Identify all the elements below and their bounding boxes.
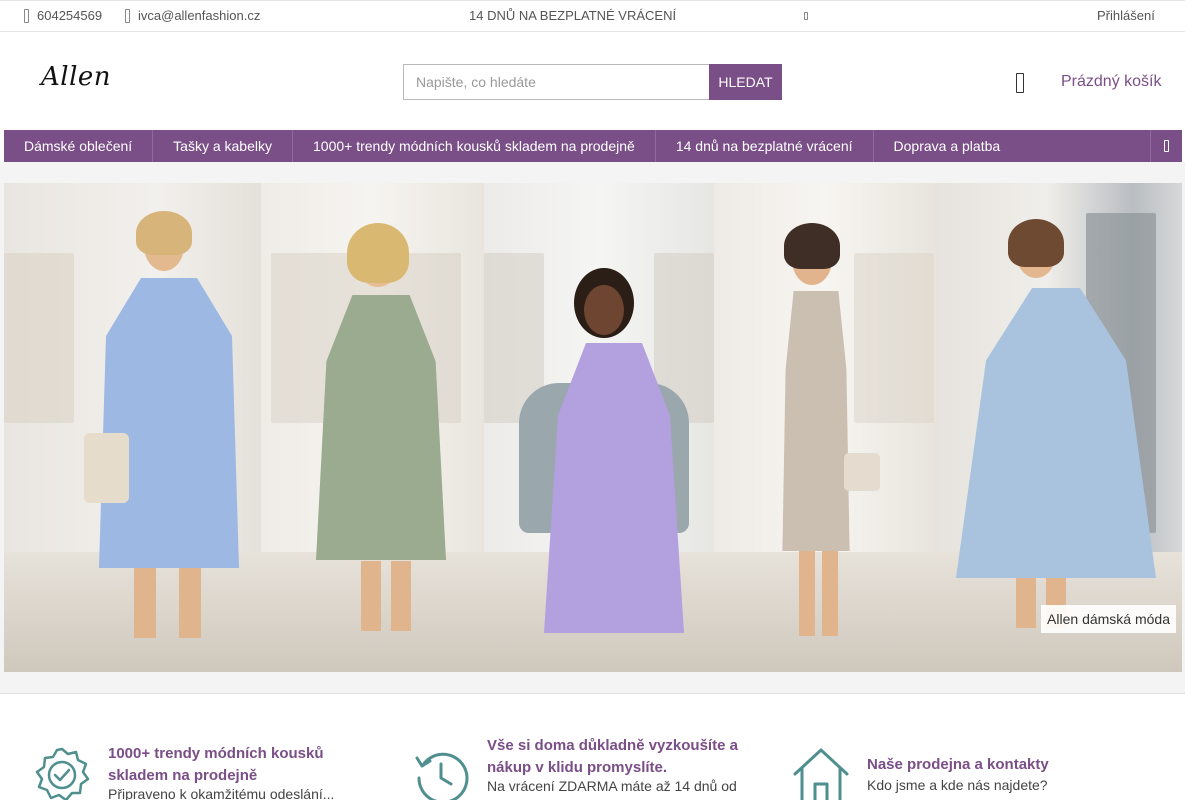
phone-icon xyxy=(24,8,29,23)
feature-text: Na vrácení ZDARMA máte až 14 dnů od xyxy=(487,778,737,794)
hero-banner[interactable]: Allen dámská móda xyxy=(4,183,1182,672)
feature-text: Kdo jsme a kde nás najdete? xyxy=(867,777,1048,793)
nav-item-trendy-skladem[interactable]: 1000+ trendy módních kousků skladem na p… xyxy=(293,130,656,162)
info-icon xyxy=(804,12,808,20)
login-link[interactable]: Přihlášení xyxy=(1097,8,1155,23)
cart-icon[interactable] xyxy=(1016,73,1024,93)
nav-item-doprava-platba[interactable]: Doprava a platba xyxy=(874,130,1021,162)
feature-title: Vše si doma důkladně vyzkoušíte a nákup … xyxy=(487,737,738,776)
promo-icon xyxy=(804,12,808,20)
nav-item-tasky-kabelky[interactable]: Tašky a kabelky xyxy=(153,130,293,162)
hero-photo-lavender-dress xyxy=(484,183,714,672)
login-label: Přihlášení xyxy=(1097,8,1155,23)
badge-check-icon xyxy=(35,747,90,800)
features-row: 1000+ trendy módních kousků skladem na p… xyxy=(0,730,1185,800)
nav-item-damske-obleceni[interactable]: Dámské oblečení xyxy=(4,130,154,162)
feature-title: Naše prodejna a kontakty xyxy=(867,756,1049,773)
cart-label[interactable]: Prázdný košík xyxy=(1061,73,1161,91)
nav-more-button[interactable] xyxy=(1150,130,1182,162)
main-navigation: Dámské oblečení Tašky a kabelky 1000+ tr… xyxy=(4,130,1182,162)
promo-text: 14 DNŮ NA BEZPLATNÉ VRÁCENÍ xyxy=(469,8,677,23)
hero-photo-green-dress xyxy=(261,183,484,672)
hero-caption[interactable]: Allen dámská móda xyxy=(1041,605,1176,633)
email-address: ivca@allenfashion.cz xyxy=(138,8,261,23)
promo-banner: 14 DNŮ NA BEZPLATNÉ VRÁCENÍ xyxy=(469,8,676,23)
home-icon xyxy=(793,748,849,800)
hero-photo-blue-dress xyxy=(4,183,261,672)
nav-item-bezplatne-vraceni[interactable]: 14 dnů na bezplatné vrácení xyxy=(656,130,874,162)
feature-text: Připraveno k okamžitému odeslání... xyxy=(108,786,335,800)
hero-photo-beige-dress xyxy=(714,183,936,672)
top-bar: 604254569 ivca@allenfashion.cz 14 DNŮ NA… xyxy=(0,0,1185,32)
history-clock-icon xyxy=(415,752,469,800)
search-input[interactable] xyxy=(403,64,709,100)
search-form: HLEDAT xyxy=(403,64,782,100)
menu-icon xyxy=(1164,140,1169,152)
phone-contact[interactable]: 604254569 xyxy=(24,8,102,23)
phone-number: 604254569 xyxy=(37,8,103,23)
site-logo[interactable]: Allen xyxy=(41,62,111,92)
email-icon xyxy=(125,8,130,23)
hero-photo-floral-dress xyxy=(936,183,1182,672)
feature-title: 1000+ trendy módních kousků skladem na p… xyxy=(108,745,324,784)
email-contact[interactable]: ivca@allenfashion.cz xyxy=(125,8,260,23)
search-button[interactable]: HLEDAT xyxy=(709,64,782,100)
